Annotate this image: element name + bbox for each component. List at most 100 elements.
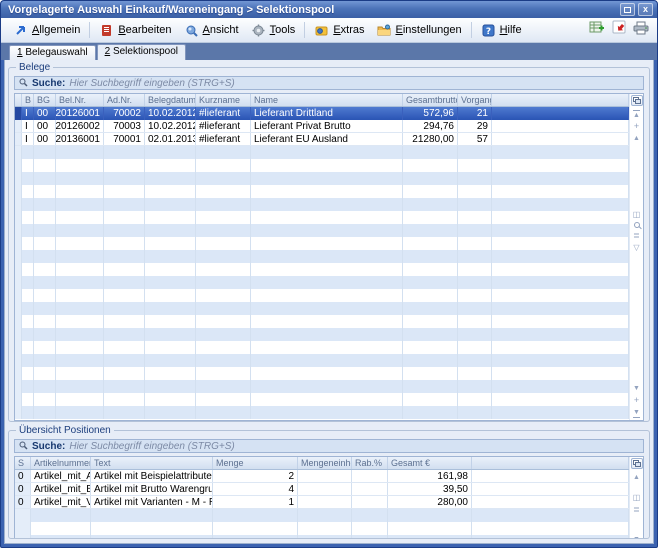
empty-table-row — [15, 341, 629, 354]
col-vorgang[interactable]: Vorgang — [458, 94, 492, 106]
col-menge[interactable]: Menge — [213, 457, 298, 469]
col-bg[interactable]: BG — [34, 94, 56, 106]
filter-icon[interactable]: ▽ — [633, 243, 639, 252]
export-button[interactable] — [609, 21, 629, 39]
empty-table-row — [15, 172, 629, 185]
menu-bar: Allgemein Bearbeiten Ansicht Tools Extra… — [1, 18, 657, 43]
col-kurzname[interactable]: Kurzname — [196, 94, 251, 106]
col-text[interactable]: Text — [91, 457, 213, 469]
table-export-icon — [589, 20, 605, 40]
restore-button[interactable] — [620, 3, 635, 16]
title-bar: Vorgelagerte Auswahl Einkauf/Wareneingan… — [1, 1, 657, 18]
print-icon — [633, 21, 649, 40]
print-button[interactable] — [631, 21, 651, 39]
positionen-group-label: Übersicht Positionen — [16, 425, 114, 436]
menu-label: Extras — [333, 24, 364, 36]
menu-hilfe[interactable]: ? Hilfe — [475, 21, 528, 39]
col-s[interactable]: S — [15, 457, 31, 469]
prev-record-icon[interactable]: ▲ — [633, 473, 640, 483]
empty-table-row — [15, 522, 629, 535]
close-icon: x — [643, 5, 648, 14]
tab-selektionspool[interactable]: 2 Selektionspool — [97, 44, 186, 60]
svg-text:?: ? — [485, 27, 490, 37]
empty-table-row — [15, 289, 629, 302]
close-button[interactable]: x — [638, 3, 653, 16]
empty-rows — [15, 146, 629, 419]
restore-icon — [624, 7, 631, 13]
empty-table-row — [15, 263, 629, 276]
col-belegdatum[interactable]: Belegdatum — [145, 94, 196, 106]
tools-icon — [251, 23, 266, 37]
belege-table: B BG Bel.Nr. Ad.Nr. Belegdatum Kurzname … — [14, 93, 644, 421]
belege-group: Belege Suche: Hier Suchbegriff eingeben … — [8, 62, 650, 422]
extras-icon — [314, 23, 329, 37]
empty-table-row — [15, 315, 629, 328]
table-row[interactable]: I 00 20126001 70002 10.02.2012 /Fr #lief… — [15, 107, 629, 120]
col-adnr[interactable]: Ad.Nr. — [104, 94, 145, 106]
column-chooser-button[interactable] — [631, 95, 643, 106]
belege-table-header: B BG Bel.Nr. Ad.Nr. Belegdatum Kurzname … — [15, 94, 629, 107]
positionen-search-input[interactable]: Suche: Hier Suchbegriff eingeben (STRG+S… — [14, 439, 644, 453]
search-label: Suche: — [32, 78, 65, 89]
col-rabatt[interactable]: Rab.% — [352, 457, 388, 469]
col-mengeneinheit[interactable]: Mengeneinheit — [298, 457, 352, 469]
table-row[interactable]: I 00 20136001 70001 02.01.2013 /Mi #lief… — [15, 133, 629, 146]
next-record-icon[interactable]: ▼ — [633, 535, 640, 539]
menu-einstellungen[interactable]: Einstellungen — [371, 21, 468, 39]
empty-table-row — [15, 380, 629, 393]
sort-icon[interactable]: ≣ — [633, 231, 640, 240]
table-export-button[interactable] — [587, 21, 607, 39]
search-placeholder: Hier Suchbegriff eingeben (STRG+S) — [69, 78, 234, 89]
empty-rows — [15, 509, 629, 539]
menu-label: Tools — [270, 24, 296, 36]
empty-table-row — [15, 535, 629, 539]
menu-label: Allgemein — [32, 24, 80, 36]
tab-label: 1 Belegauswahl — [17, 47, 88, 58]
menu-bearbeiten[interactable]: Bearbeiten — [93, 21, 177, 39]
page-down-icon[interactable]: + — [634, 396, 639, 406]
col-gesamt[interactable]: Gesamt € — [388, 457, 472, 469]
menu-tools[interactable]: Tools — [245, 21, 302, 39]
col-artikelnummer[interactable]: Artikelnummer — [31, 457, 91, 469]
positionen-table: S Artikelnummer Text Menge Mengeneinheit… — [14, 456, 644, 539]
first-record-icon[interactable]: ▲ — [633, 110, 640, 120]
page-up-icon[interactable]: + — [634, 122, 639, 132]
view-icon — [184, 23, 199, 37]
belege-nav-strip: ▲ + ▲ ◫ ≣ ▽ ▼ + ▼ — [629, 94, 643, 420]
help-icon: ? — [481, 23, 496, 37]
empty-table-row — [15, 237, 629, 250]
columns-icon[interactable]: ◫ — [633, 210, 641, 219]
table-row[interactable]: I 00 20126002 70003 10.02.2012 /Fr #lief… — [15, 120, 629, 133]
tab-belegauswahl[interactable]: 1 Belegauswahl — [9, 45, 96, 60]
empty-table-row — [15, 159, 629, 172]
edit-book-icon — [99, 23, 114, 37]
next-record-icon[interactable]: ▼ — [633, 384, 640, 394]
col-name[interactable]: Name — [251, 94, 403, 106]
table-row[interactable]: 0 Artikel_mit_Brutto_W( Artikel mit Brut… — [15, 483, 629, 496]
empty-table-row — [15, 146, 629, 159]
menu-ansicht[interactable]: Ansicht — [178, 21, 245, 39]
last-record-icon[interactable]: ▼ — [633, 408, 640, 418]
menu-extras[interactable]: Extras — [308, 21, 370, 39]
menu-separator — [304, 22, 305, 38]
col-gesamtbrutto[interactable]: Gesamtbrutto — [403, 94, 458, 106]
table-row[interactable]: 0 Artikel_mit_Varianten. Artikel mit Var… — [15, 496, 629, 509]
menu-allgemein[interactable]: Allgemein — [7, 21, 86, 39]
sort-icon[interactable]: ≣ — [633, 505, 640, 514]
prev-record-icon[interactable]: ▲ — [633, 134, 640, 144]
table-row[interactable]: 0 Artikel_mit_Attributen Artikel mit Bei… — [15, 470, 629, 483]
settings-folder-icon — [377, 23, 392, 37]
col-b[interactable]: B — [22, 94, 34, 106]
column-chooser-button[interactable] — [631, 458, 643, 469]
tab-label: 2 Selektionspool — [105, 46, 178, 57]
main-panel: Belege Suche: Hier Suchbegriff eingeben … — [4, 60, 654, 544]
window-title: Vorgelagerte Auswahl Einkauf/Wareneingan… — [8, 4, 617, 16]
columns-icon[interactable]: ◫ — [633, 493, 641, 502]
menu-label: Bearbeiten — [118, 24, 171, 36]
table-search-icon[interactable] — [634, 222, 640, 228]
menu-separator — [89, 22, 90, 38]
empty-table-row — [15, 302, 629, 315]
col-belnr[interactable]: Bel.Nr. — [56, 94, 104, 106]
search-label: Suche: — [32, 441, 65, 452]
belege-search-input[interactable]: Suche: Hier Suchbegriff eingeben (STRG+S… — [14, 76, 644, 90]
